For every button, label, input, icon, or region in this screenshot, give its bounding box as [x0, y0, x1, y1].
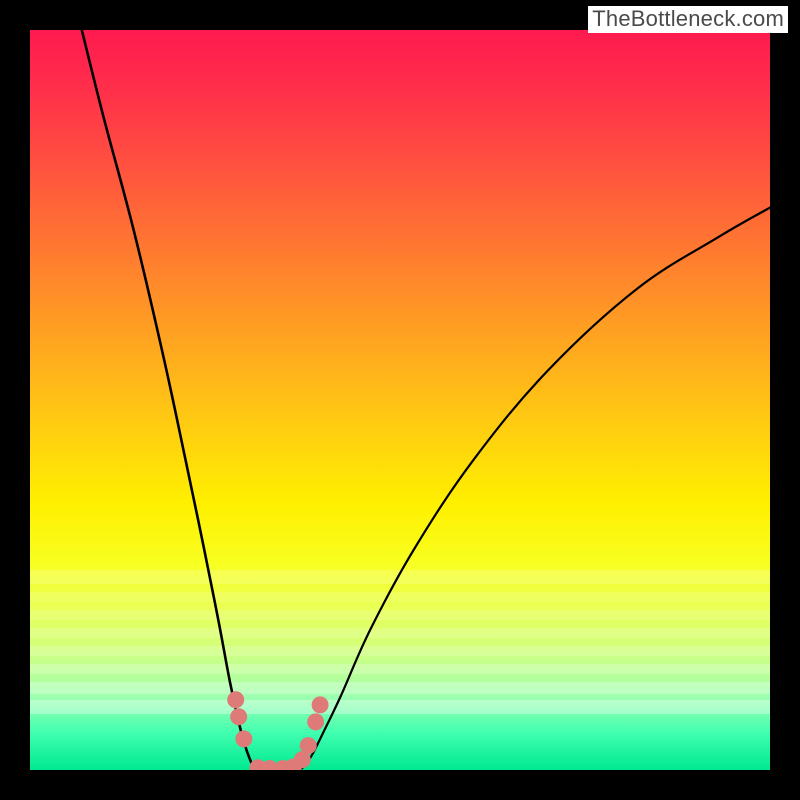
curve-right-branch — [300, 208, 770, 770]
marker-dot — [307, 713, 324, 730]
marker-dot — [312, 696, 329, 713]
marker-dot — [300, 737, 317, 754]
chart-frame: TheBottleneck.com — [0, 0, 800, 800]
marker-dot — [235, 730, 252, 747]
curve-left-branch — [82, 30, 300, 770]
marker-dot — [230, 708, 247, 725]
marker-dot — [227, 691, 244, 708]
marker-dots — [227, 691, 328, 770]
bottleneck-curve — [30, 30, 770, 770]
watermark-text: TheBottleneck.com — [588, 6, 788, 33]
plot-area — [30, 30, 770, 770]
